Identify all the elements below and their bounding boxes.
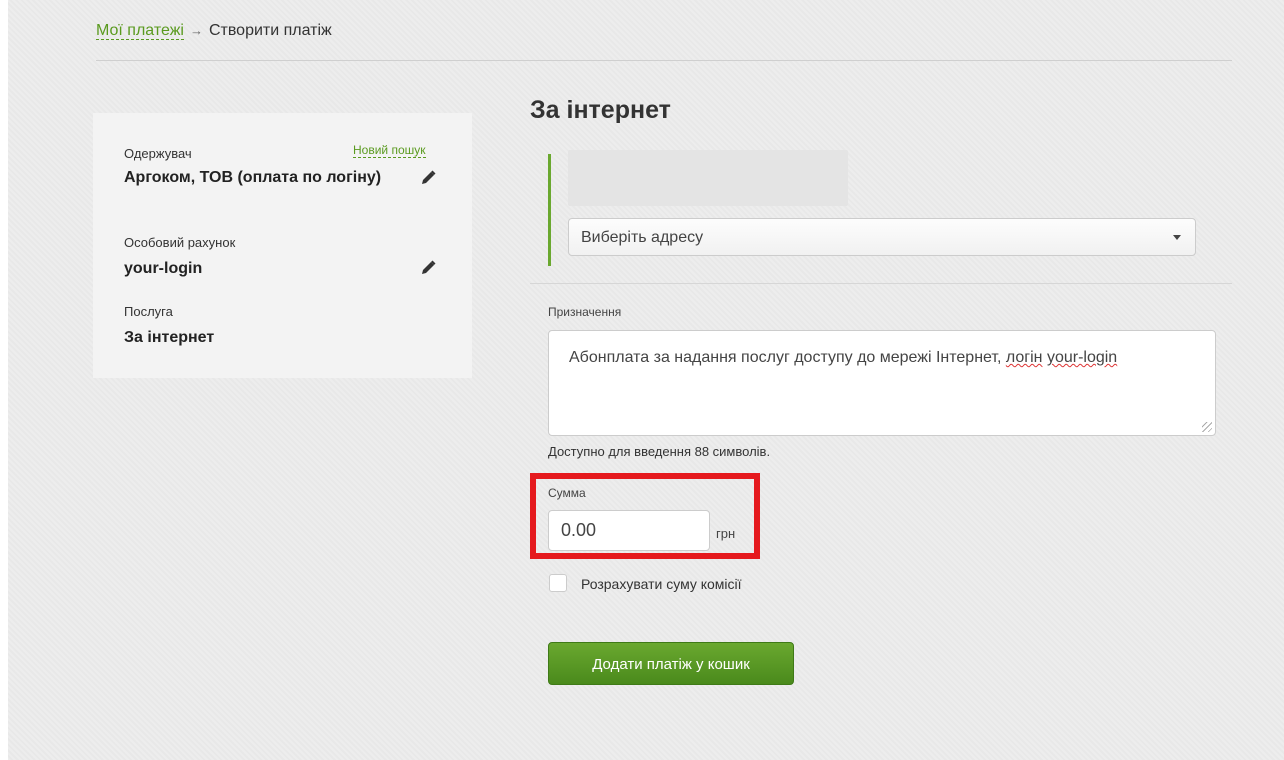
purpose-textarea[interactable]: Абонплата за надання послуг доступу до м… [548, 330, 1216, 436]
edit-account-pencil-icon[interactable] [419, 259, 437, 277]
edit-recipient-pencil-icon[interactable] [419, 169, 437, 187]
section-divider [530, 283, 1232, 284]
available-chars-text: Доступно для введення 88 символів. [548, 444, 771, 459]
payment-info-card: Одержувач Новий пошук Аргоком, ТОВ (опла… [93, 113, 472, 378]
recipient-value: Аргоком, ТОВ (оплата по логіну) [124, 169, 382, 186]
page-title: За інтернет [530, 96, 671, 124]
purpose-text-word-login: логін [1005, 349, 1043, 366]
new-search-link[interactable]: Новий пошук [353, 143, 426, 158]
breadcrumb-divider [96, 60, 1232, 61]
purpose-label: Призначення [548, 305, 622, 319]
commission-checkbox[interactable] [549, 574, 567, 592]
page-background: Мої платежі → Створити платіж Одержувач Но… [8, 0, 1284, 760]
account-label: Особовий рахунок [124, 235, 236, 250]
breadcrumb: Мої платежі → Створити платіж [96, 22, 332, 40]
purpose-text: Абонплата за надання послуг доступу до м… [569, 349, 1006, 366]
currency-label: грн [716, 526, 736, 541]
address-select-value: Виберіть адресу [581, 229, 704, 246]
breadcrumb-arrow: → [189, 23, 203, 38]
service-label: Послуга [124, 304, 173, 319]
service-value: За інтернет [124, 329, 215, 346]
address-placeholder-block [568, 150, 848, 206]
recipient-label: Одержувач [124, 146, 192, 161]
sum-label: Сумма [548, 486, 586, 500]
address-select[interactable]: Виберіть адресу [568, 218, 1196, 256]
purpose-text-word-your-login: your-login [1046, 349, 1118, 366]
commission-checkbox-label[interactable]: Розрахувати суму комісії [581, 576, 742, 592]
account-value: your-login [124, 260, 203, 277]
add-to-cart-button[interactable]: Додати платіж у кошик [548, 642, 794, 685]
resize-grip-icon[interactable] [1202, 422, 1212, 432]
sum-input[interactable]: 0.00 [548, 510, 710, 551]
chevron-down-icon [1173, 235, 1181, 240]
breadcrumb-my-payments-link[interactable]: Мої платежі [96, 22, 184, 40]
breadcrumb-current: Створити платіж [208, 22, 332, 39]
address-section-accent [548, 154, 551, 266]
